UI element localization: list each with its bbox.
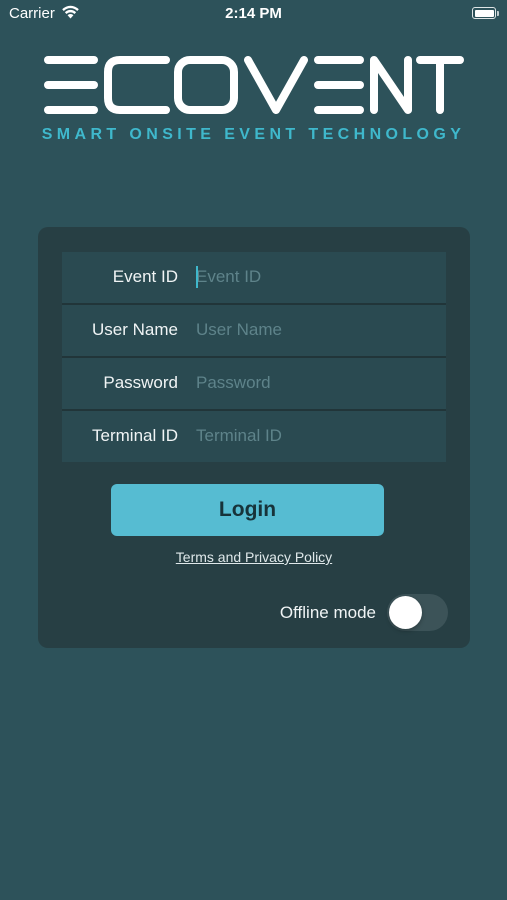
event-id-label: Event ID — [112, 267, 178, 286]
battery-level — [474, 9, 494, 17]
password-label: Password — [103, 373, 178, 392]
text-caret — [196, 266, 198, 288]
event-id-row: Event ID — [62, 252, 446, 305]
status-time: 2:14 PM — [225, 5, 282, 22]
password-input[interactable] — [196, 369, 436, 397]
tagline: SMART ONSITE EVENT TECHNOLOGY — [41, 126, 466, 143]
event-id-input[interactable] — [196, 263, 436, 291]
terminal-id-row: Terminal ID — [62, 411, 446, 462]
status-bar: Carrier 2:14 PM — [0, 0, 507, 28]
ecovent-logo — [44, 56, 464, 114]
login-form: Event ID User Name Password Terminal ID — [62, 252, 446, 462]
login-card: Event ID User Name Password Terminal ID … — [38, 227, 470, 648]
toggle-knob — [389, 596, 422, 629]
offline-mode-label: Offline mode — [279, 603, 376, 622]
battery-icon — [472, 7, 496, 19]
login-button[interactable]: Login — [111, 484, 384, 536]
offline-mode-toggle[interactable] — [387, 594, 448, 631]
terminal-id-label: Terminal ID — [92, 426, 178, 445]
terms-privacy-link[interactable]: Terms and Privacy Policy — [38, 549, 470, 565]
user-name-label: User Name — [92, 320, 178, 339]
terminal-id-input[interactable] — [196, 422, 436, 450]
battery-cap — [497, 11, 499, 16]
password-row: Password — [62, 358, 446, 411]
user-name-input[interactable] — [196, 316, 436, 344]
user-name-row: User Name — [62, 305, 446, 358]
